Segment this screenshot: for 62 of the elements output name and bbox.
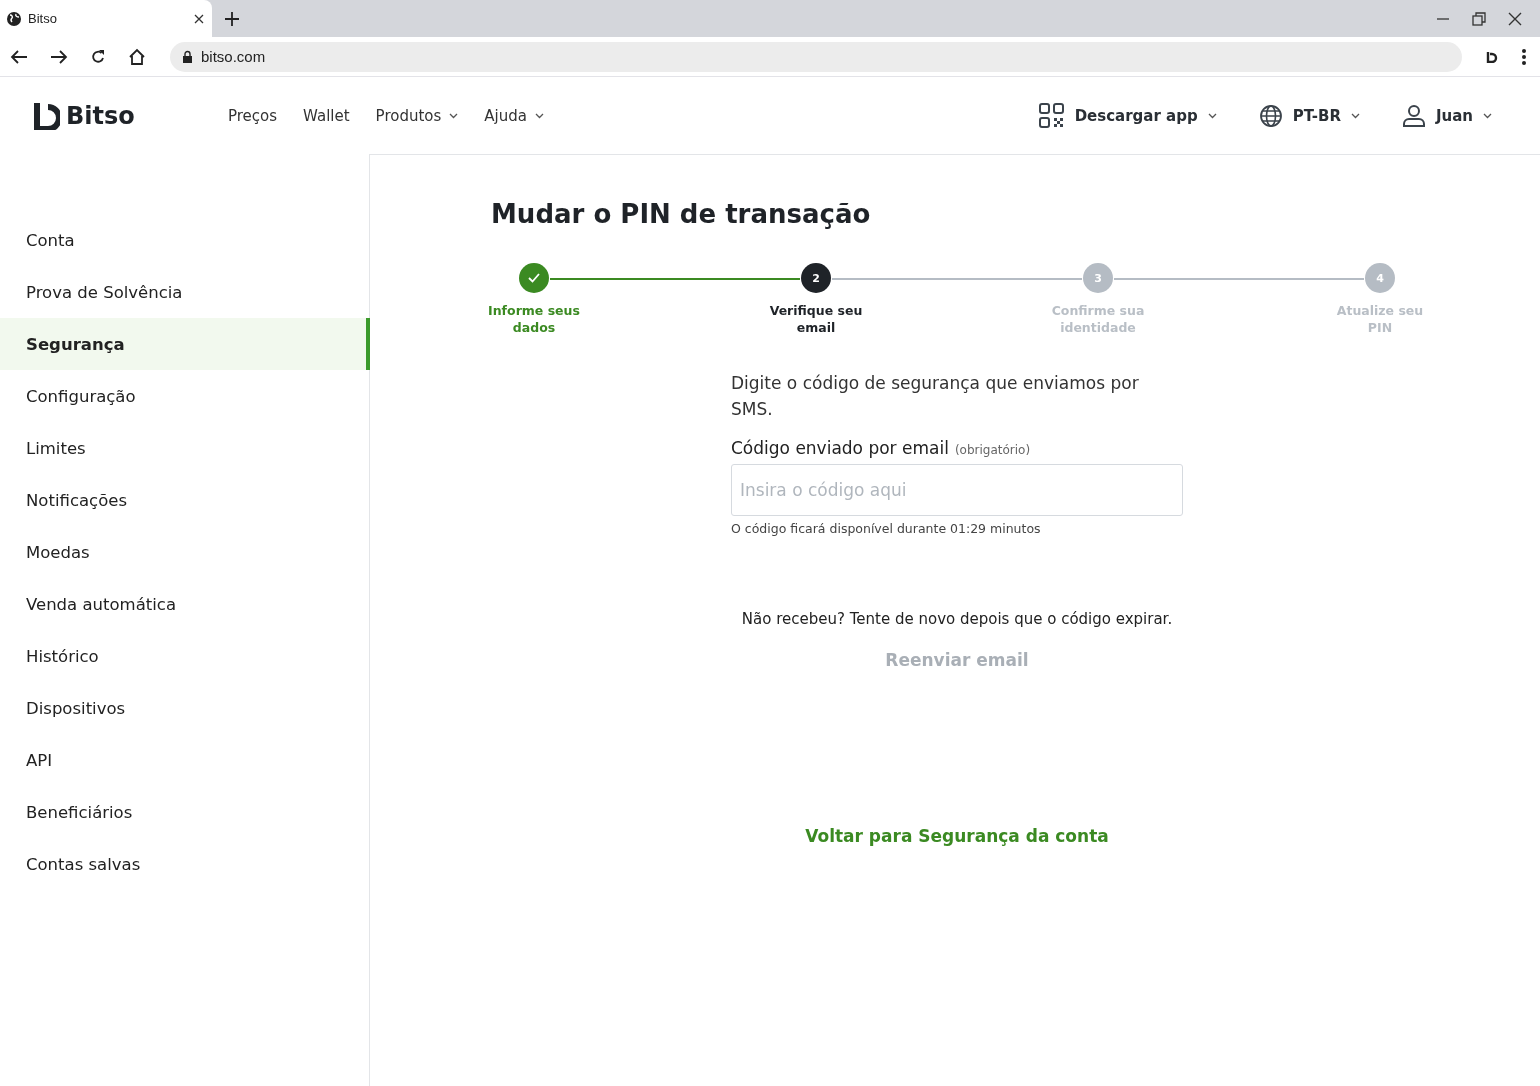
check-icon — [528, 273, 540, 283]
logo-icon — [34, 101, 60, 130]
back-arrow-icon[interactable] — [10, 48, 28, 65]
nav-link[interactable]: Wallet — [303, 106, 350, 125]
sidebar-item[interactable]: Beneficiários — [0, 786, 370, 838]
url-text: bitso.com — [201, 48, 266, 65]
tab-title: Bitso — [28, 11, 58, 26]
step-label: Atualize seu PIN — [1335, 302, 1425, 336]
sidebar-item[interactable]: Venda automática — [0, 578, 370, 630]
page-title: Mudar o PIN de transação — [491, 199, 872, 229]
reload-icon[interactable] — [90, 48, 106, 65]
address-bar[interactable]: bitso.com — [170, 41, 1462, 72]
globe-icon — [1258, 103, 1283, 128]
field-label: Código enviado por email — [731, 438, 949, 458]
step-label: Verifique seu email — [768, 302, 864, 336]
step-label: Confirme sua identidade — [1050, 302, 1146, 336]
qr-code-icon — [1038, 102, 1065, 129]
field-hint: O código ficará disponível durante 01:29 minutos — [731, 521, 1042, 536]
step-label: Informe seus dados — [487, 302, 581, 336]
nav-link[interactable]: Ajuda — [484, 106, 544, 125]
user-icon — [1401, 103, 1426, 128]
chevron-down-icon — [1350, 112, 1360, 119]
sidebar-item[interactable]: Prova de Solvência — [0, 266, 370, 318]
user-menu[interactable]: Juan — [1401, 103, 1492, 128]
sidebar-item[interactable]: Limites — [0, 422, 370, 474]
download-app-menu[interactable]: Descargar app — [1038, 102, 1217, 129]
code-input-field[interactable]: Insira o código aqui — [731, 464, 1183, 516]
globe-icon — [6, 10, 22, 27]
sidebar-item[interactable]: Notificações — [0, 474, 370, 526]
sidebar-item[interactable]: Conta — [0, 214, 370, 266]
sidebar-item[interactable]: Contas salvas — [0, 838, 370, 890]
sidebar-item[interactable]: Segurança — [0, 318, 370, 370]
language-menu[interactable]: PT-BR — [1258, 103, 1360, 128]
step-number: 2 — [812, 271, 820, 285]
sidebar-item[interactable]: Configuração — [0, 370, 370, 422]
required-note: (obrigatório) — [954, 443, 1031, 457]
restore-icon[interactable] — [1472, 11, 1486, 26]
chevron-down-icon — [534, 112, 544, 119]
nav-link[interactable]: Preços — [228, 106, 278, 125]
resend-note: Não recebeu? Tente de novo depois que o código expirar. — [740, 610, 1174, 628]
extension-icon[interactable] — [1486, 50, 1498, 63]
home-icon[interactable] — [128, 47, 146, 66]
instruction-text: Digite o código de segurança que enviamos por SMS. — [731, 372, 1140, 421]
step-number: 4 — [1376, 271, 1384, 285]
forward-arrow-icon[interactable] — [50, 48, 68, 65]
nav-link[interactable]: Produtos — [375, 106, 459, 125]
sidebar-item[interactable]: API — [0, 734, 370, 786]
chevron-down-icon — [1483, 112, 1492, 119]
close-icon[interactable] — [1508, 11, 1522, 26]
close-icon[interactable] — [194, 13, 204, 24]
sidebar-item[interactable]: Moedas — [0, 526, 370, 578]
chevron-down-icon — [449, 112, 459, 119]
back-link[interactable]: Voltar para Segurança da conta — [805, 826, 1109, 846]
logo-text: Bitso — [66, 101, 135, 130]
sidebar-item[interactable]: Histórico — [0, 630, 370, 682]
new-tab-icon[interactable] — [224, 10, 240, 27]
browser-tab[interactable]: Bitso — [0, 0, 212, 37]
more-menu-icon[interactable] — [1522, 48, 1526, 65]
step-number: 3 — [1094, 271, 1102, 285]
chevron-down-icon — [1207, 112, 1217, 119]
lock-icon — [182, 50, 193, 63]
sidebar-item[interactable]: Dispositivos — [0, 682, 370, 734]
